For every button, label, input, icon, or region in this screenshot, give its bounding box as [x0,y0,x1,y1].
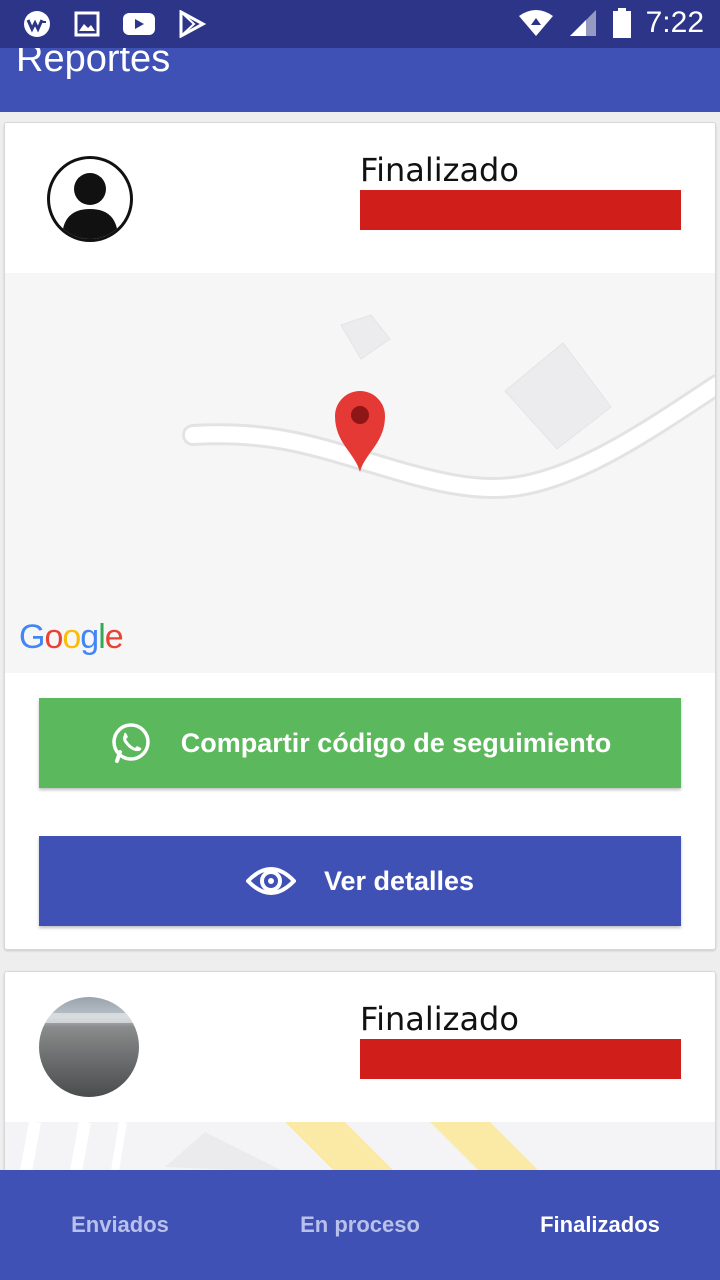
map-canvas [5,273,715,673]
play-store-icon [179,10,206,38]
youtube-icon [123,13,155,35]
page-title: Reportes [16,48,171,80]
avatar [47,156,133,242]
eye-icon [245,867,296,895]
tab-en-proceso[interactable]: En proceso [240,1170,480,1280]
details-button-label: Ver detalles [323,865,475,896]
status-bar: 7:22 [0,0,720,48]
app-bar: Reportes [0,48,720,112]
wifi-icon [518,10,553,36]
signal-icon [569,10,596,36]
map-canvas [5,1122,715,1170]
tab-enviados[interactable]: Enviados [0,1170,240,1280]
status-time: 7:22 [645,6,704,39]
share-button-label: Compartir código de seguimiento [180,727,612,758]
status-label: Finalizado [360,151,519,189]
wm-icon [24,11,50,37]
battery-icon [612,8,631,38]
tab-finalizados[interactable]: Finalizados [480,1170,720,1280]
status-indicator [360,190,681,230]
share-tracking-code-button[interactable]: Compartir código de seguimiento [39,698,681,788]
report-list[interactable]: Finalizado Google Compartir código de se… [0,112,720,1170]
bottom-navigation: Enviados En proceso Finalizados [0,1170,720,1280]
view-details-button[interactable]: Ver detalles [39,836,681,926]
map-view[interactable]: Google [5,273,715,673]
map-view[interactable] [5,1122,715,1170]
user-icon [62,173,118,239]
report-card[interactable]: Finalizado [4,971,716,1170]
report-card[interactable]: Finalizado Google Compartir código de se… [4,122,716,950]
status-label: Finalizado [360,1000,519,1038]
google-logo: Google [19,618,124,656]
avatar [39,997,139,1097]
image-icon [74,11,100,37]
whatsapp-icon [111,723,150,763]
status-indicator [360,1039,681,1079]
